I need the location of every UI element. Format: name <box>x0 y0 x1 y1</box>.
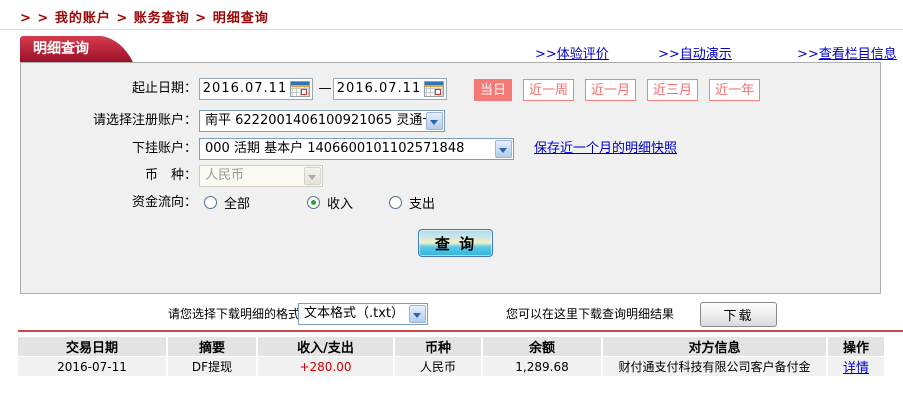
link-label: 查看栏目信息 <box>818 47 897 62</box>
breadcrumb-divider <box>0 29 903 30</box>
column-header-balance: 余额 <box>483 337 601 356</box>
calendar-icon-grid <box>425 87 443 96</box>
fund-flow-option-expense[interactable]: 支出 <box>389 193 435 212</box>
quick-range-3months-button[interactable]: 近三月 <box>647 79 699 101</box>
end-date-input[interactable]: 2016.07.11 <box>333 78 447 100</box>
quick-range-buttons: 当日 近一周 近一月 近三月 近一年 <box>474 79 761 101</box>
currency-select: 人民币 <box>199 165 323 187</box>
link-label: 体验评价 <box>556 47 609 62</box>
column-header-amount: 收入/支出 <box>258 337 393 356</box>
column-header-date: 交易日期 <box>18 337 166 356</box>
quick-range-week-button[interactable]: 近一周 <box>523 79 575 101</box>
table-row: 2016-07-11 DF提现 +280.00 人民币 1,289.68 财付通… <box>18 357 884 376</box>
download-result-label: 您可以在这里下载查询明细结果 <box>506 307 675 321</box>
link-prefix: >> <box>797 47 819 62</box>
breadcrumb: > > 我的账户 > 账务查询 > 明细查询 <box>20 11 269 26</box>
start-date-input[interactable]: 2016.07.11 <box>199 78 313 100</box>
tab-swoosh-decoration <box>93 36 133 62</box>
link-label: 自动演示 <box>679 47 732 62</box>
cell-balance: 1,289.68 <box>483 357 601 376</box>
chevron-down-icon[interactable] <box>426 112 443 130</box>
page-title: 明细查询 <box>20 36 93 62</box>
sub-account-select[interactable]: 000 活期 基本户 1406600101102571848 <box>199 138 514 160</box>
download-format-label: 请您选择下载明细的格式 <box>168 307 301 321</box>
calendar-icon[interactable] <box>424 81 444 97</box>
registered-account-value: 南平 6222001406100921065 灵通卡 <box>205 113 436 128</box>
currency-label: 币 种： <box>144 168 197 183</box>
cell-currency: 人民币 <box>395 357 481 376</box>
registered-account-label: 请选择注册账户： <box>92 113 197 128</box>
calendar-icon-grid <box>291 87 309 96</box>
save-snapshot-link[interactable]: 保存近一个月的明细快照 <box>534 138 677 160</box>
fund-flow-option-label: 支出 <box>409 197 436 212</box>
fund-flow-option-income[interactable]: 收入 <box>307 193 353 212</box>
detail-query-page: > > 我的账户 > 账务查询 > 明细查询 明细查询 >>体验评价 >>自动演… <box>0 0 903 401</box>
download-format-select[interactable]: 文本格式（.txt） <box>298 303 428 325</box>
auto-demo-link[interactable]: >>自动演示 <box>658 43 732 62</box>
fund-flow-options: 全部 收入 支出 <box>204 193 524 212</box>
sub-account-label: 下挂账户： <box>131 141 197 156</box>
fund-flow-option-label: 全部 <box>224 197 251 212</box>
column-header-currency: 币种 <box>395 337 481 356</box>
transactions-table: 交易日期 摘要 收入/支出 币种 余额 对方信息 操作 2016-07-11 D… <box>16 336 886 377</box>
cell-date: 2016-07-11 <box>18 357 166 376</box>
link-prefix: >> <box>535 47 557 62</box>
quick-range-today-button[interactable]: 当日 <box>474 79 513 101</box>
quick-range-month-button[interactable]: 近一月 <box>585 79 637 101</box>
download-button[interactable]: 下载 <box>700 302 777 327</box>
chevron-down-icon[interactable] <box>409 305 426 323</box>
registered-account-select[interactable]: 南平 6222001406100921065 灵通卡 <box>199 110 445 132</box>
table-top-divider <box>18 330 903 332</box>
calendar-icon[interactable] <box>290 81 310 97</box>
radio-checked-icon[interactable] <box>307 196 320 209</box>
chevron-down-icon[interactable] <box>495 140 512 158</box>
cell-amount: +280.00 <box>258 357 393 376</box>
column-info-link[interactable]: >>查看栏目信息 <box>797 43 897 62</box>
experience-feedback-link[interactable]: >>体验评价 <box>535 43 609 62</box>
fund-flow-label: 资金流向： <box>131 195 197 210</box>
query-form-panel: 起止日期： 2016.07.11 — 2016.07.11 当日 近一周 近一月… <box>20 62 881 294</box>
section-tab: 明细查询 <box>20 36 135 62</box>
column-header-summary: 摘要 <box>168 337 256 356</box>
radio-unchecked-icon[interactable] <box>204 196 217 209</box>
quick-range-year-button[interactable]: 近一年 <box>709 79 761 101</box>
date-range-label: 起止日期： <box>131 81 197 96</box>
fund-flow-option-label: 收入 <box>327 197 354 212</box>
detail-link[interactable]: 详情 <box>843 361 869 376</box>
fund-flow-option-all[interactable]: 全部 <box>204 193 250 212</box>
cell-action: 详情 <box>828 357 884 376</box>
end-date-value: 2016.07.11 <box>336 81 422 96</box>
cell-counterparty: 财付通支付科技有限公司客户备付金 <box>603 357 826 376</box>
start-date-value: 2016.07.11 <box>202 81 288 96</box>
download-format-value: 文本格式（.txt） <box>304 306 405 321</box>
query-button[interactable]: 查 询 <box>418 229 493 257</box>
link-prefix: >> <box>658 47 680 62</box>
column-header-counterparty: 对方信息 <box>603 337 826 356</box>
sub-account-value: 000 活期 基本户 1406600101102571848 <box>205 141 465 156</box>
cell-summary: DF提现 <box>168 357 256 376</box>
radio-unchecked-icon[interactable] <box>389 196 402 209</box>
column-header-action: 操作 <box>828 337 884 356</box>
chevron-down-icon <box>304 167 321 185</box>
table-header-row: 交易日期 摘要 收入/支出 币种 余额 对方信息 操作 <box>18 337 884 356</box>
date-range-separator: — <box>318 81 332 96</box>
